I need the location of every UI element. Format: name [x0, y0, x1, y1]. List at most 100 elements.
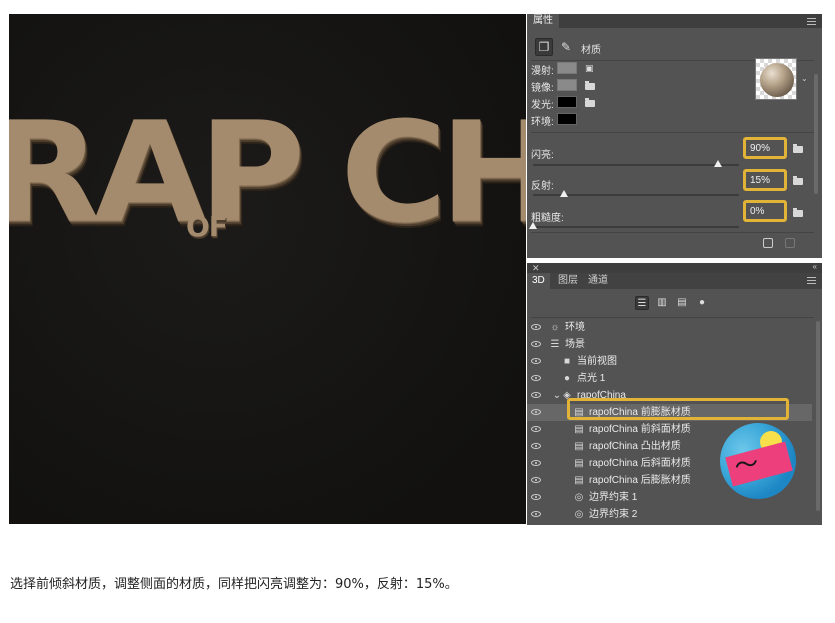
art-text-main: RAP CHI	[9, 102, 526, 245]
specular-color-swatch[interactable]	[557, 79, 577, 91]
material-mode-icon[interactable]: ❐	[535, 38, 553, 56]
properties-toolbar: ❐ ✎ 材质	[527, 36, 822, 60]
3d-text-artwork[interactable]: RAP CHI OF	[9, 98, 526, 258]
eye-icon[interactable]	[531, 409, 541, 415]
material-icon: ▤	[574, 424, 584, 435]
divider	[531, 232, 814, 233]
tree-row-label: 环境	[565, 322, 585, 333]
eye-icon[interactable]	[531, 443, 541, 449]
mesh-icon: ◈	[563, 390, 571, 401]
folder-icon[interactable]	[793, 176, 803, 185]
shine-value-field[interactable]: 90%	[743, 137, 787, 159]
folder-icon[interactable]	[793, 144, 803, 153]
material-preview[interactable]	[755, 58, 797, 100]
whole-scene-filter-icon[interactable]: ☰	[635, 296, 649, 310]
eye-icon[interactable]	[531, 426, 541, 432]
tree-row-label: rapofChina 后斜面材质	[589, 458, 691, 469]
specular-label: 镜像:	[531, 83, 554, 94]
3d-tree-scrollbar[interactable]	[816, 321, 820, 511]
tree-row[interactable]: ☰ 场景	[527, 336, 812, 353]
panel-menu-icon[interactable]	[807, 18, 816, 25]
folder-icon[interactable]	[585, 98, 595, 107]
material-filter-icon[interactable]: ▤	[675, 296, 689, 310]
properties-scrollbar[interactable]	[814, 74, 818, 194]
tab-layers[interactable]: 图层	[553, 273, 583, 289]
eye-icon[interactable]	[531, 341, 541, 347]
3d-panel-tabbar: 3D 图层 通道	[527, 273, 822, 289]
reflection-value: 15%	[750, 175, 771, 186]
material-icon: ▤	[574, 407, 584, 418]
tree-row-label: 边界约束 1	[589, 492, 638, 503]
reflection-value-field[interactable]: 15%	[743, 169, 787, 191]
chevron-down-icon[interactable]: ⌄	[801, 74, 808, 83]
watermark-sticker: 〜	[720, 423, 796, 499]
tree-row[interactable]: ■ 当前视图	[527, 353, 812, 370]
material-icon: ▤	[574, 458, 584, 469]
ambient-label: 环境:	[531, 117, 554, 128]
eye-icon[interactable]	[531, 511, 541, 517]
divider	[531, 132, 814, 133]
scene-icon: ☰	[550, 339, 560, 350]
reflection-slider-thumb[interactable]	[559, 190, 568, 197]
tree-row-label: 场景	[565, 339, 585, 350]
tree-row[interactable]: ⌄ ◈ rapofChina	[527, 387, 812, 404]
roughness-slider-track[interactable]	[533, 226, 739, 228]
collapse-icon[interactable]: «	[813, 262, 817, 271]
art-text-main-value: RAP CHI	[9, 92, 526, 254]
divider	[531, 317, 814, 318]
eye-icon[interactable]	[531, 324, 541, 330]
diffuse-label: 漫射:	[531, 66, 554, 77]
art-text-of: OF	[186, 210, 228, 243]
tree-row-label: 边界约束 2	[589, 509, 638, 520]
reflection-label: 反射:	[531, 181, 554, 192]
glow-color-swatch[interactable]	[557, 96, 577, 108]
eye-icon[interactable]	[531, 375, 541, 381]
roughness-slider-thumb[interactable]	[529, 222, 537, 229]
properties-tab[interactable]: 属性	[527, 14, 559, 28]
shine-slider-track[interactable]	[533, 164, 739, 166]
tree-row-label: rapofChina 凸出材质	[589, 441, 681, 452]
tree-row[interactable]: ▤ rapofChina 前膨胀材质	[527, 404, 812, 421]
properties-header: 属性	[527, 14, 822, 28]
ambient-color-swatch[interactable]	[557, 113, 577, 125]
material-icon: ▤	[574, 441, 584, 452]
eye-icon[interactable]	[531, 358, 541, 364]
shine-value: 90%	[750, 143, 771, 154]
roughness-value-field[interactable]: 0%	[743, 200, 787, 222]
properties-panel: 属性 ❐ ✎ 材质 漫射: ▣ 镜像: 发光: 环境: ⌄ 闪亮: 90% 反射…	[527, 14, 822, 258]
camera-icon: ■	[563, 356, 571, 367]
texture-edit-icon[interactable]: ▣	[585, 64, 595, 73]
constraint-icon: ◎	[574, 509, 584, 520]
light-bulb-icon: ●	[563, 373, 571, 384]
folder-icon[interactable]	[793, 208, 803, 217]
diffuse-color-swatch[interactable]	[557, 62, 577, 74]
tree-row[interactable]: ☼ 环境	[527, 319, 812, 336]
eye-icon[interactable]	[531, 494, 541, 500]
tree-row[interactable]: ◎ 边界约束 2	[527, 506, 812, 523]
panel-menu-icon[interactable]	[807, 277, 816, 284]
tree-row[interactable]: ● 点光 1	[527, 370, 812, 387]
tool-label: 材质	[581, 45, 601, 56]
document-canvas[interactable]: RAP CHI OF	[9, 14, 526, 524]
eye-icon[interactable]	[531, 477, 541, 483]
roughness-value: 0%	[750, 206, 765, 217]
tree-row-label: rapofChina 后膨胀材质	[589, 475, 691, 486]
brush-icon[interactable]: ✎	[557, 38, 575, 56]
constraint-icon: ◎	[574, 492, 584, 503]
render-icon[interactable]	[763, 238, 773, 248]
eye-icon[interactable]	[531, 460, 541, 466]
mesh-filter-icon[interactable]: ▥	[655, 296, 669, 310]
light-filter-icon[interactable]: ●	[695, 296, 709, 310]
tab-channels[interactable]: 通道	[583, 273, 613, 289]
shine-slider-thumb[interactable]	[714, 160, 723, 167]
trash-icon[interactable]	[785, 238, 795, 248]
eye-icon[interactable]	[531, 392, 541, 398]
3d-filter-row: ☰ ▥ ▤ ●	[527, 293, 822, 315]
tree-row-label: rapofChina 前膨胀材质	[589, 407, 691, 418]
tree-row-label: rapofChina	[577, 390, 626, 401]
folder-icon[interactable]	[585, 81, 595, 90]
tree-row-label: 当前视图	[577, 356, 617, 367]
tab-3d[interactable]: 3D	[527, 273, 550, 289]
material-sphere	[760, 63, 794, 97]
3d-panel-header: ✕ «	[527, 262, 822, 273]
